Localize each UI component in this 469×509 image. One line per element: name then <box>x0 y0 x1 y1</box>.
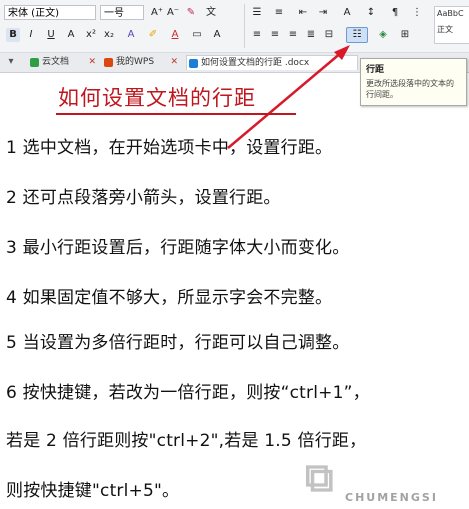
paragraph-2: 2 还可点段落旁小箭头，设置行距。 <box>6 188 281 208</box>
paragraph-5: 5 当设置为多倍行距时，行距可以自己调整。 <box>6 333 350 353</box>
watermark-text: CHUMENGSI <box>345 491 438 504</box>
paragraph-8: 则按快捷键"ctrl+5"。 <box>6 481 180 501</box>
document-heading: 如何设置文档的行距 <box>58 86 256 110</box>
paragraph-7: 若是 2 倍行距则按"ctrl+2",若是 1.5 倍行距， <box>6 431 367 451</box>
paragraph-1: 1 选中文档，在开始选项卡中，设置行距。 <box>6 138 333 158</box>
heading-underline <box>56 113 296 115</box>
paragraph-6: 6 按快捷键，若改为一倍行距，则按“ctrl+1”， <box>6 383 370 403</box>
paragraph-3: 3 最小行距设置后，行距随字体大小而变化。 <box>6 238 350 258</box>
watermark-logo-icon: ⧉ <box>305 455 334 501</box>
paragraph-4: 4 如果固定值不够大，所显示字会不完整。 <box>6 288 333 308</box>
watermark: ⧉ CHUMENGSI <box>305 455 465 507</box>
